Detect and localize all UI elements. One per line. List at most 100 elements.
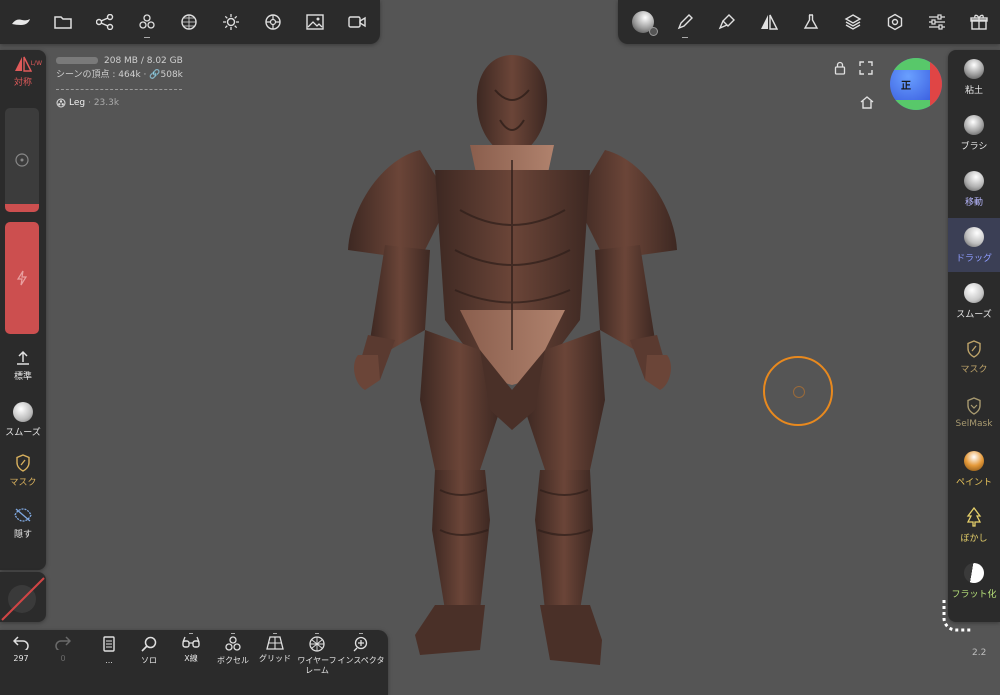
wireframe-button[interactable]: ワイヤーフ レーム	[296, 633, 338, 676]
right-sidebar: 粘土 ブラシ 移動 ドラッグ スムーズ マスク SelMask ペイント ぼかし…	[948, 50, 1000, 622]
home-icon[interactable]	[859, 94, 875, 110]
material-swatch[interactable]	[0, 572, 46, 622]
symmetry-icon	[15, 56, 32, 72]
grid-button[interactable]: グリッド	[254, 633, 296, 664]
move-brush-icon	[964, 170, 984, 191]
tool-paint-label: ペイント	[955, 477, 992, 488]
sphere-grid-icon[interactable]	[168, 0, 210, 44]
xray-label: X線	[184, 654, 198, 663]
lightning-icon	[16, 270, 28, 286]
undo-count: 297	[13, 654, 29, 663]
gift-icon[interactable]	[958, 0, 1000, 44]
view-orientation-gizmo[interactable]: 正	[890, 58, 942, 110]
clay-brush-icon	[964, 58, 984, 79]
standard-button[interactable]: 標準	[0, 350, 46, 382]
brush-cursor	[763, 356, 833, 426]
gizmo-right-face[interactable]	[930, 58, 942, 110]
tool-clay[interactable]: 粘土	[948, 50, 1000, 104]
radius-slider[interactable]	[5, 108, 39, 212]
document-button[interactable]: ...	[88, 636, 130, 666]
brush-stroke-icon[interactable]	[664, 0, 706, 44]
mask-shield-icon	[16, 454, 30, 472]
symmetry-badge: L/W	[30, 60, 42, 67]
selmask-shield-icon	[967, 397, 981, 415]
folder-icon[interactable]	[42, 0, 84, 44]
left-sidebar: L/W 対称 標準 スムーズ マスク 隠す	[0, 50, 46, 570]
bottom-toolbar: 297 0 ... ソロ X線 ボクセル グリッド ワイヤーフ レーム インスペ…	[0, 630, 388, 695]
scene-graph-icon[interactable]	[84, 0, 126, 44]
smooth-label: スムーズ	[5, 428, 41, 438]
voxel-button[interactable]: ボクセル	[212, 633, 254, 666]
sculpt-mesh[interactable]	[340, 50, 685, 670]
tool-drag[interactable]: ドラッグ	[948, 218, 1000, 272]
light-icon[interactable]	[210, 0, 252, 44]
sliders-icon[interactable]	[916, 0, 958, 44]
undo-icon	[13, 636, 29, 650]
mask-shield-icon	[967, 339, 981, 358]
link-icon: 🔗	[149, 70, 161, 80]
resize-handle-icon[interactable]	[940, 598, 974, 632]
xray-button[interactable]: X線	[170, 633, 212, 664]
paint-icon[interactable]	[706, 0, 748, 44]
video-camera-icon[interactable]	[336, 0, 378, 44]
solo-button[interactable]: ソロ	[128, 636, 170, 666]
wireframe-icon	[309, 636, 325, 652]
voxel-label: ボクセル	[217, 656, 249, 665]
blur-brush-icon	[966, 506, 982, 527]
app-menu-icon[interactable]	[0, 0, 42, 44]
hide-mesh-icon	[14, 508, 32, 522]
scene-faces: 508k	[160, 70, 183, 80]
symmetry-button[interactable]: L/W 対称	[0, 56, 46, 88]
voxel-options-indicator	[231, 633, 235, 634]
undo-button[interactable]: 297	[0, 636, 42, 664]
tool-paint[interactable]: ペイント	[948, 442, 1000, 496]
scene-info: 208 MB / 8.02 GB シーンの頂点 : 464k · 🔗508k L…	[56, 54, 183, 110]
redo-button[interactable]: 0	[42, 636, 84, 664]
tool-selmask[interactable]: SelMask	[948, 386, 1000, 440]
paint-brush-icon	[964, 450, 984, 471]
tool-mask[interactable]: マスク	[948, 330, 1000, 384]
xray-glasses-icon	[182, 636, 200, 648]
document-label: ...	[105, 656, 113, 665]
symmetry-icon[interactable]	[748, 0, 790, 44]
mesh-group-icon	[56, 98, 66, 108]
material-sphere-icon[interactable]	[622, 0, 664, 44]
top-left-toolbar	[0, 0, 380, 44]
hide-button[interactable]: 隠す	[0, 506, 46, 540]
memory-row: 208 MB / 8.02 GB	[56, 54, 183, 68]
layers-icon[interactable]	[832, 0, 874, 44]
grid-label: グリッド	[259, 654, 291, 663]
voxel-group-icon[interactable]	[126, 0, 168, 44]
upload-icon	[17, 350, 29, 365]
tool-mask-label: マスク	[960, 364, 988, 375]
smooth-brush-icon	[964, 282, 984, 303]
redo-count: 0	[60, 654, 66, 663]
gizmo-front-label: 正	[901, 81, 911, 92]
lock-icon[interactable]	[832, 60, 848, 76]
info-divider	[56, 89, 182, 90]
tool-clay-label: 粘土	[964, 85, 983, 96]
tool-move-label: 移動	[964, 197, 983, 208]
tool-move[interactable]: 移動	[948, 162, 1000, 216]
fullscreen-icon[interactable]	[858, 60, 874, 76]
memory-usage: 208 MB / 8.02 GB	[104, 56, 183, 66]
mask-button[interactable]: マスク	[0, 454, 46, 488]
tool-blur[interactable]: ぼかし	[948, 498, 1000, 552]
tool-brush-label: ブラシ	[960, 141, 988, 152]
flask-icon[interactable]	[790, 0, 832, 44]
tool-drag-label: ドラッグ	[955, 253, 992, 264]
smooth-button[interactable]: スムーズ	[0, 402, 46, 438]
environment-icon[interactable]	[252, 0, 294, 44]
flatten-brush-icon	[964, 562, 984, 583]
top-right-toolbar	[618, 0, 1000, 44]
tool-smooth[interactable]: スムーズ	[948, 274, 1000, 328]
solo-label: ソロ	[141, 656, 157, 665]
tool-brush[interactable]: ブラシ	[948, 106, 1000, 160]
intensity-slider[interactable]	[5, 222, 39, 334]
mesh-row[interactable]: Leg · 23.3k	[56, 96, 183, 110]
tool-smooth-label: スムーズ	[956, 309, 992, 320]
mask-label: マスク	[9, 478, 37, 488]
search-icon	[141, 636, 157, 652]
background-image-icon[interactable]	[294, 0, 336, 44]
settings-icon[interactable]	[874, 0, 916, 44]
